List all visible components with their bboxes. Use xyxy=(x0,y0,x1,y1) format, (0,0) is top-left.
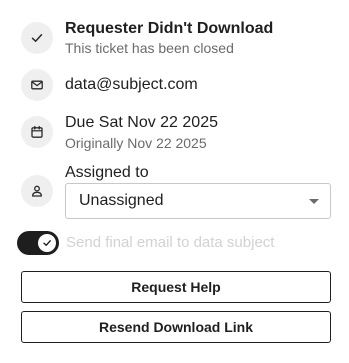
toggle-check-icon xyxy=(43,240,51,246)
toggle-knob xyxy=(38,234,56,252)
chevron-down-icon xyxy=(309,199,319,204)
ticket-status-title: Requester Didn't Download xyxy=(65,20,274,37)
subject-email: data@subject.com xyxy=(65,76,198,93)
mail-icon xyxy=(21,69,53,101)
ticket-details-panel: Requester Didn't Download This ticket ha… xyxy=(0,0,349,363)
due-date: Due Sat Nov 22 2025 xyxy=(65,114,218,131)
original-due-date: Originally Nov 22 2025 xyxy=(65,135,207,151)
request-help-button[interactable]: Request Help xyxy=(21,271,331,303)
ticket-status-subtitle: This ticket has been closed xyxy=(65,40,234,56)
assigned-to-label: Assigned to xyxy=(65,164,149,181)
check-icon xyxy=(21,22,53,54)
assignee-select[interactable]: Unassigned xyxy=(65,183,331,219)
final-email-toggle[interactable] xyxy=(17,231,59,255)
resend-download-link-button[interactable]: Resend Download Link xyxy=(21,311,331,343)
assignee-select-value: Unassigned xyxy=(79,192,164,209)
final-email-toggle-label: Send final email to data subject xyxy=(66,234,275,251)
calendar-icon xyxy=(21,116,53,148)
user-icon xyxy=(21,175,53,207)
